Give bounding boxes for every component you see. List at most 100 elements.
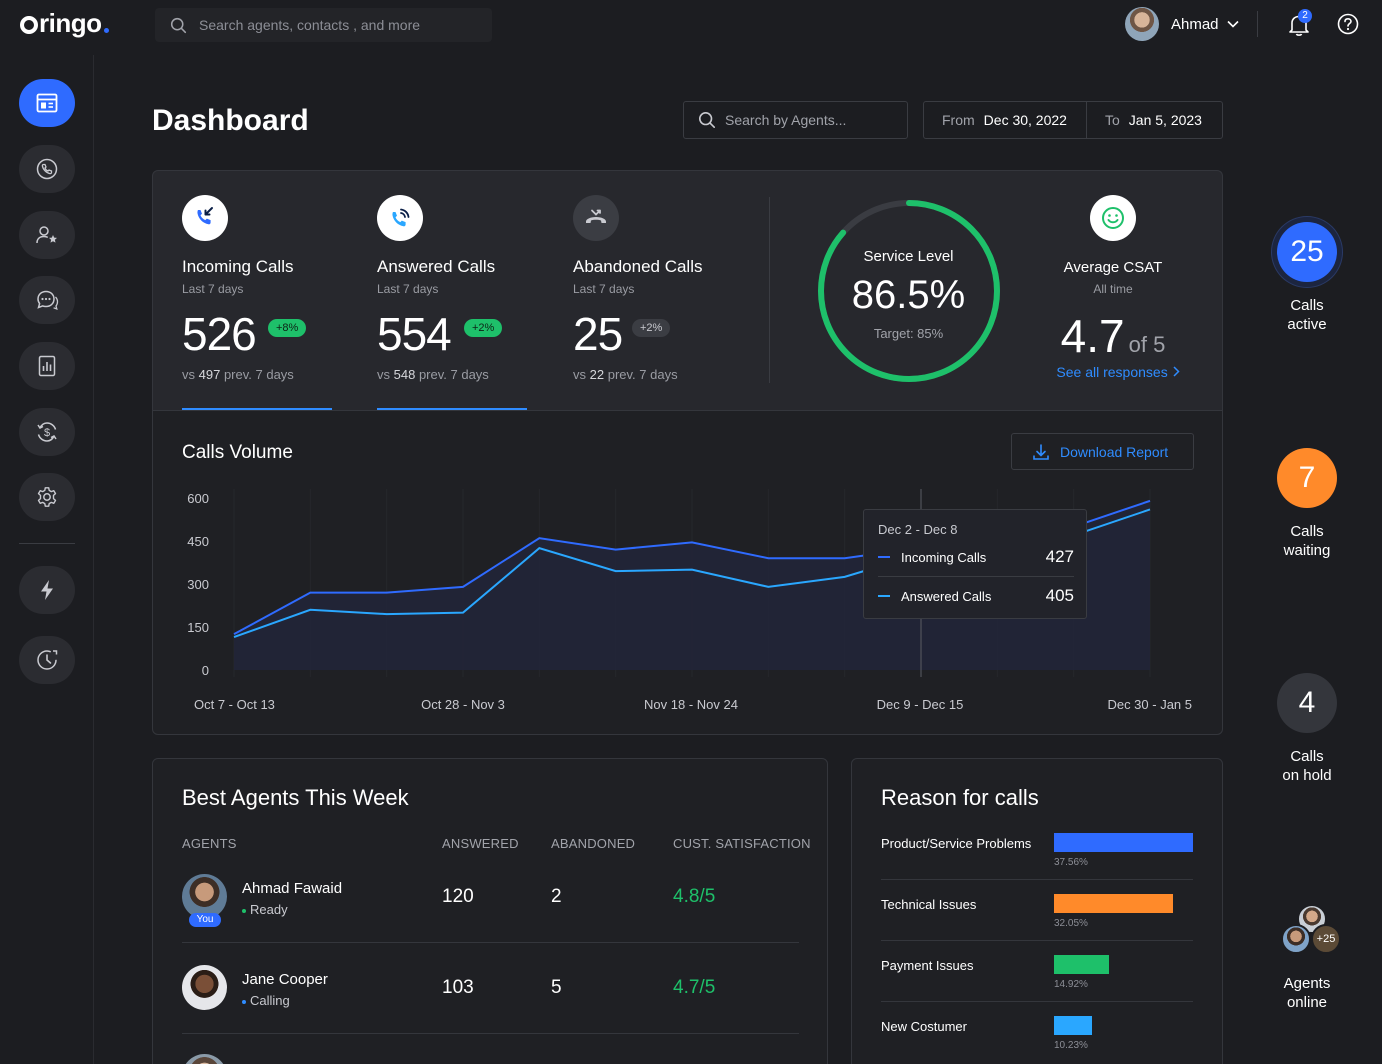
agent-abandoned: 2 — [551, 886, 562, 907]
calls-active-status[interactable]: 25 Calls active — [1257, 222, 1357, 334]
answered-call-icon — [377, 195, 423, 241]
stats-panel: Incoming Calls Last 7 days 526 +8% vs 49… — [152, 170, 1223, 411]
stat-change-badge: +2% — [464, 319, 503, 337]
agent-abandoned: 5 — [551, 977, 562, 998]
nav-reports[interactable] — [19, 342, 75, 390]
chart-tooltip: Dec 2 - Dec 8 Incoming Calls 427 Answere… — [863, 509, 1087, 619]
tooltip-series-name: Answered Calls — [901, 588, 992, 604]
reason-name: Product/Service Problems — [881, 836, 1032, 851]
stat-value: 526 — [182, 308, 257, 360]
date-from-field[interactable]: From Dec 30, 2022 — [924, 102, 1087, 138]
agent-avatar — [1281, 924, 1311, 954]
nav-support[interactable] — [19, 636, 75, 684]
date-to-label: To — [1105, 112, 1120, 128]
nav-contacts[interactable] — [19, 211, 75, 259]
nav-automation[interactable] — [19, 566, 75, 614]
stat-previous: vs 22 prev. 7 days — [573, 367, 678, 382]
csat-period: All time — [1093, 282, 1133, 296]
chevron-down-icon — [1226, 20, 1239, 28]
tooltip-row-incoming: Incoming Calls 427 — [878, 547, 1074, 567]
see-all-responses-link[interactable]: See all responses — [1043, 364, 1193, 380]
y-axis-tick-label: 150 — [187, 620, 209, 635]
nav-settings[interactable] — [19, 473, 75, 521]
tooltip-series-value: 427 — [1045, 547, 1074, 566]
date-from-value: Dec 30, 2022 — [983, 112, 1067, 128]
csat-score: 4.7 of 5 — [1043, 309, 1183, 363]
best-agents-panel: Best Agents This Week AGENTS ANSWERED AB… — [152, 758, 828, 1064]
global-search-input[interactable] — [199, 17, 479, 33]
reason-row[interactable]: Payment Issues 14.92% — [881, 941, 1193, 1002]
date-range-picker: From Dec 30, 2022 To Jan 5, 2023 — [923, 101, 1223, 139]
agents-avatar-stack: +25 — [1277, 904, 1341, 956]
nav-messages[interactable] — [19, 276, 75, 324]
agent-row[interactable]: You Ahmad Fawaid Ready 120 2 4.8/5 — [182, 852, 799, 943]
agent-answered: 120 — [442, 886, 474, 907]
search-icon — [170, 17, 187, 33]
agent-name: Ahmad Fawaid — [242, 880, 343, 897]
reason-bar — [1054, 894, 1173, 913]
csat-title: Average CSAT — [1063, 259, 1163, 276]
x-axis-tick-label: Dec 9 - Dec 15 — [877, 697, 964, 712]
calls-waiting-label: Calls waiting — [1283, 523, 1331, 559]
dashboard-icon — [36, 93, 58, 113]
contacts-star-icon — [36, 226, 57, 244]
x-axis-tick-label: Oct 7 - Oct 13 — [194, 697, 275, 712]
reason-name: New Costumer — [881, 1019, 967, 1034]
logo-ring-icon — [20, 16, 38, 34]
answered-legend-swatch — [878, 595, 890, 597]
date-from-label: From — [942, 112, 975, 128]
sidebar-divider-line — [93, 55, 94, 1064]
reason-row[interactable]: Product/Service Problems 37.56% — [881, 819, 1193, 880]
abandoned-call-icon — [573, 195, 619, 241]
reason-for-calls-title: Reason for calls — [881, 785, 1039, 810]
stat-change-badge: +8% — [268, 319, 307, 337]
global-search-box[interactable] — [155, 8, 492, 42]
stat-answered-calls[interactable]: Answered Calls Last 7 days 554 +2% vs 54… — [377, 195, 527, 411]
stat-period: Last 7 days — [182, 282, 244, 296]
nav-calls[interactable] — [19, 145, 75, 193]
calls-waiting-status[interactable]: 7 Calls waiting — [1257, 448, 1357, 560]
service-level-value: 86.5% — [851, 273, 966, 317]
stat-title: Incoming Calls — [182, 257, 294, 276]
agents-more-count: +25 — [1311, 924, 1341, 954]
reason-row[interactable]: New Costumer 10.23% — [881, 1002, 1193, 1063]
service-level-label: Service Level — [863, 248, 954, 265]
column-header-satisfaction: CUST. SATISFACTION — [673, 836, 811, 851]
stat-value: 554 — [377, 308, 452, 360]
column-header-answered: ANSWERED — [442, 836, 519, 851]
column-header-abandoned: ABANDONED — [551, 836, 636, 851]
stat-abandoned-calls[interactable]: Abandoned Calls Last 7 days 25 +2% vs 22… — [573, 195, 723, 410]
page-title: Dashboard — [152, 104, 309, 137]
y-axis-tick-label: 600 — [187, 491, 209, 506]
reason-for-calls-panel: Reason for calls Product/Service Problem… — [851, 758, 1223, 1064]
agent-status: Ready — [242, 902, 288, 917]
x-axis-tick-label: Oct 28 - Nov 3 — [421, 697, 505, 712]
notification-badge: 2 — [1298, 9, 1312, 23]
calls-on-hold-status[interactable]: 4 Calls on hold — [1257, 673, 1357, 785]
reason-percent: 37.56% — [1054, 857, 1088, 868]
support-icon — [37, 650, 58, 670]
agent-search-input[interactable] — [725, 112, 895, 128]
stat-period: Last 7 days — [377, 282, 439, 296]
agent-row[interactable]: Jane Cooper Calling 103 5 4.7/5 — [182, 943, 799, 1034]
user-menu[interactable]: Ahmad — [1125, 7, 1239, 41]
agent-answered: 103 — [442, 977, 474, 998]
agents-online-status[interactable]: +25 Agents online — [1257, 904, 1357, 1012]
stat-incoming-calls[interactable]: Incoming Calls Last 7 days 526 +8% vs 49… — [182, 195, 332, 411]
ringo-logo[interactable]: ringo — [20, 8, 109, 39]
you-tag: You — [189, 913, 221, 927]
reason-percent: 14.92% — [1054, 979, 1088, 990]
reason-row[interactable]: Technical Issues 32.05% — [881, 880, 1193, 941]
agents-online-label: Agents online — [1283, 975, 1331, 1011]
nav-billing[interactable]: $ — [19, 408, 75, 456]
tooltip-period: Dec 2 - Dec 8 — [878, 522, 958, 537]
agent-search-box[interactable] — [683, 101, 908, 139]
chevron-right-icon — [1173, 366, 1180, 377]
user-avatar — [1125, 7, 1159, 41]
help-icon[interactable] — [1337, 13, 1359, 35]
logo-text: ringo — [39, 8, 102, 38]
stat-period: Last 7 days — [573, 282, 635, 296]
date-to-field[interactable]: To Jan 5, 2023 — [1087, 102, 1202, 138]
nav-dashboard[interactable] — [19, 79, 75, 127]
topbar-divider — [1257, 11, 1258, 37]
